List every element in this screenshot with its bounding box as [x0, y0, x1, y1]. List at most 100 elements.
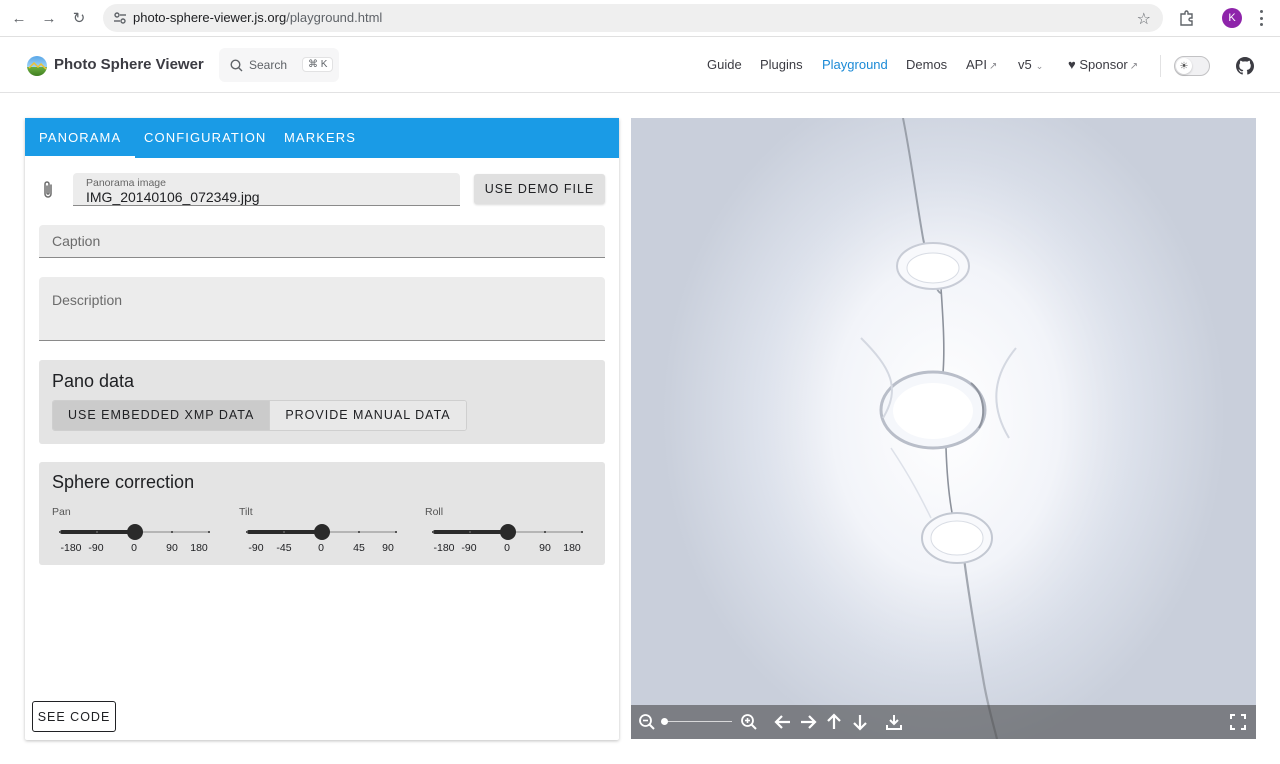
download-icon[interactable]	[884, 712, 904, 732]
site-title[interactable]: Photo Sphere Viewer	[54, 56, 204, 73]
panorama-image[interactable]	[631, 118, 1256, 739]
zoom-slider-thumb[interactable]	[661, 718, 668, 725]
caption-placeholder: Caption	[52, 233, 101, 249]
tilt-tick	[358, 531, 360, 533]
nav-sponsor-label: Sponsor	[1079, 57, 1128, 72]
url-host: photo-sphere-viewer.js.org	[133, 10, 287, 25]
roll-tick-label: 0	[504, 542, 510, 554]
tab-panorama[interactable]: PANORAMA	[25, 118, 136, 158]
heart-icon: ♥	[1068, 57, 1076, 72]
roll-tick-label: -90	[461, 542, 477, 554]
settings-panel: PANORAMA CONFIGURATION MARKERS Panorama …	[25, 118, 619, 740]
sphere-correction-card: Sphere correction Pan -180 -90 0 90 180 …	[39, 462, 605, 565]
tilt-tick-label: 0	[318, 542, 324, 554]
tilt-slider[interactable]: Tilt -90 -45 0 45 90	[239, 506, 399, 556]
pan-tick-label: 180	[190, 542, 208, 554]
nav-sponsor[interactable]: ♥ Sponsor ↗	[1068, 57, 1138, 72]
paperclip-icon[interactable]	[40, 180, 58, 200]
tilt-slider-label: Tilt	[239, 506, 253, 518]
panorama-viewer[interactable]	[631, 118, 1256, 739]
roll-slider-thumb[interactable]	[500, 524, 516, 540]
theme-toggle[interactable]: ☀	[1174, 56, 1210, 76]
tab-bar: PANORAMA CONFIGURATION MARKERS	[25, 118, 619, 158]
forward-icon[interactable]: →	[39, 8, 59, 28]
pan-tick-label: 0	[131, 542, 137, 554]
provide-manual-data-button[interactable]: PROVIDE MANUAL DATA	[270, 401, 466, 430]
roll-tick-label: 180	[563, 542, 581, 554]
github-icon[interactable]	[1236, 57, 1254, 75]
address-bar[interactable]: photo-sphere-viewer.js.org/playground.ht…	[103, 4, 1163, 32]
sphere-correction-title: Sphere correction	[52, 472, 195, 492]
nav-guide[interactable]: Guide	[707, 57, 742, 72]
see-code-button[interactable]: SEE CODE	[32, 701, 116, 732]
roll-tick-label: -180	[433, 542, 455, 554]
panorama-file-input[interactable]: Panorama image IMG_20140106_072349.jpg	[73, 173, 460, 206]
url-path: /playground.html	[286, 10, 383, 25]
roll-tick	[469, 531, 471, 533]
pan-slider[interactable]: Pan -180 -90 0 90 180	[52, 506, 212, 556]
use-demo-file-button[interactable]: USE DEMO FILE	[474, 174, 605, 204]
back-icon[interactable]: ←	[9, 8, 29, 28]
arrow-left-icon[interactable]	[773, 712, 793, 732]
external-link-icon: ↗	[1129, 61, 1139, 72]
sun-icon: ☀	[1176, 58, 1192, 74]
nav-playground[interactable]: Playground	[822, 57, 888, 72]
search-icon	[230, 59, 243, 72]
description-textarea[interactable]: Description	[39, 277, 605, 341]
browser-toolbar: ← → ↻ photo-sphere-viewer.js.org/playgro…	[0, 0, 1280, 37]
pan-slider-label: Pan	[52, 506, 71, 518]
tilt-slider-thumb[interactable]	[314, 524, 330, 540]
pano-data-title: Pano data	[52, 371, 135, 391]
site-logo-icon[interactable]	[26, 55, 48, 77]
profile-avatar[interactable]: K	[1222, 8, 1242, 28]
arrow-down-icon[interactable]	[850, 712, 870, 732]
roll-tick	[581, 531, 583, 533]
search-label: Search	[249, 58, 288, 72]
nav-api[interactable]: API ↗	[966, 57, 997, 72]
roll-tick	[432, 531, 434, 533]
tilt-tick-label: -45	[276, 542, 292, 554]
arrow-up-icon[interactable]	[824, 712, 844, 732]
tilt-tick	[246, 531, 248, 533]
nav-demos[interactable]: Demos	[906, 57, 947, 72]
external-link-icon: ↗	[988, 61, 998, 72]
nav-version-dropdown[interactable]: v5 ⌄	[1018, 57, 1043, 72]
roll-tick-label: 90	[539, 542, 551, 554]
zoom-in-icon[interactable]	[739, 712, 759, 732]
viewer-navbar	[631, 705, 1256, 739]
roll-slider[interactable]: Roll -180 -90 0 90 180	[425, 506, 585, 556]
pan-tick	[171, 531, 173, 533]
nav-divider	[1160, 55, 1161, 77]
arrow-right-icon[interactable]	[798, 712, 818, 732]
tilt-tick	[395, 531, 397, 533]
nav-api-label: API	[966, 57, 987, 72]
zoom-out-icon[interactable]	[637, 712, 657, 732]
tab-configuration[interactable]: CONFIGURATION	[130, 118, 280, 158]
browser-menu-icon[interactable]	[1259, 10, 1263, 26]
use-embedded-xmp-button[interactable]: USE EMBEDDED XMP DATA	[53, 401, 271, 430]
pano-data-card: Pano data USE EMBEDDED XMP DATA PROVIDE …	[39, 360, 605, 444]
site-header: Photo Sphere Viewer Search ⌘ K Guide Plu…	[0, 38, 1280, 93]
pan-slider-thumb[interactable]	[127, 524, 143, 540]
pan-tick	[208, 531, 210, 533]
panorama-field-label: Panorama image	[86, 177, 166, 189]
pan-tick-label: -90	[88, 542, 104, 554]
caption-input[interactable]: Caption	[39, 225, 605, 258]
search-button[interactable]: Search ⌘ K	[219, 48, 339, 82]
description-placeholder: Description	[52, 292, 123, 308]
roll-tick	[544, 531, 546, 533]
tilt-tick-label: -90	[248, 542, 264, 554]
roll-slider-label: Roll	[425, 506, 444, 518]
tab-markers[interactable]: MARKERS	[270, 118, 370, 158]
extensions-icon[interactable]	[1178, 9, 1196, 27]
nav-plugins[interactable]: Plugins	[760, 57, 803, 72]
bookmark-star-icon[interactable]: ☆	[1137, 9, 1151, 29]
tilt-tick-label: 45	[353, 542, 365, 554]
reload-icon[interactable]: ↻	[69, 8, 89, 28]
site-settings-icon[interactable]	[112, 10, 128, 26]
zoom-slider-track[interactable]	[664, 721, 732, 722]
fullscreen-icon[interactable]	[1228, 712, 1248, 732]
url-text: photo-sphere-viewer.js.org/playground.ht…	[133, 10, 382, 25]
pan-tick	[96, 531, 98, 533]
chevron-down-icon: ⌄	[1035, 61, 1044, 71]
